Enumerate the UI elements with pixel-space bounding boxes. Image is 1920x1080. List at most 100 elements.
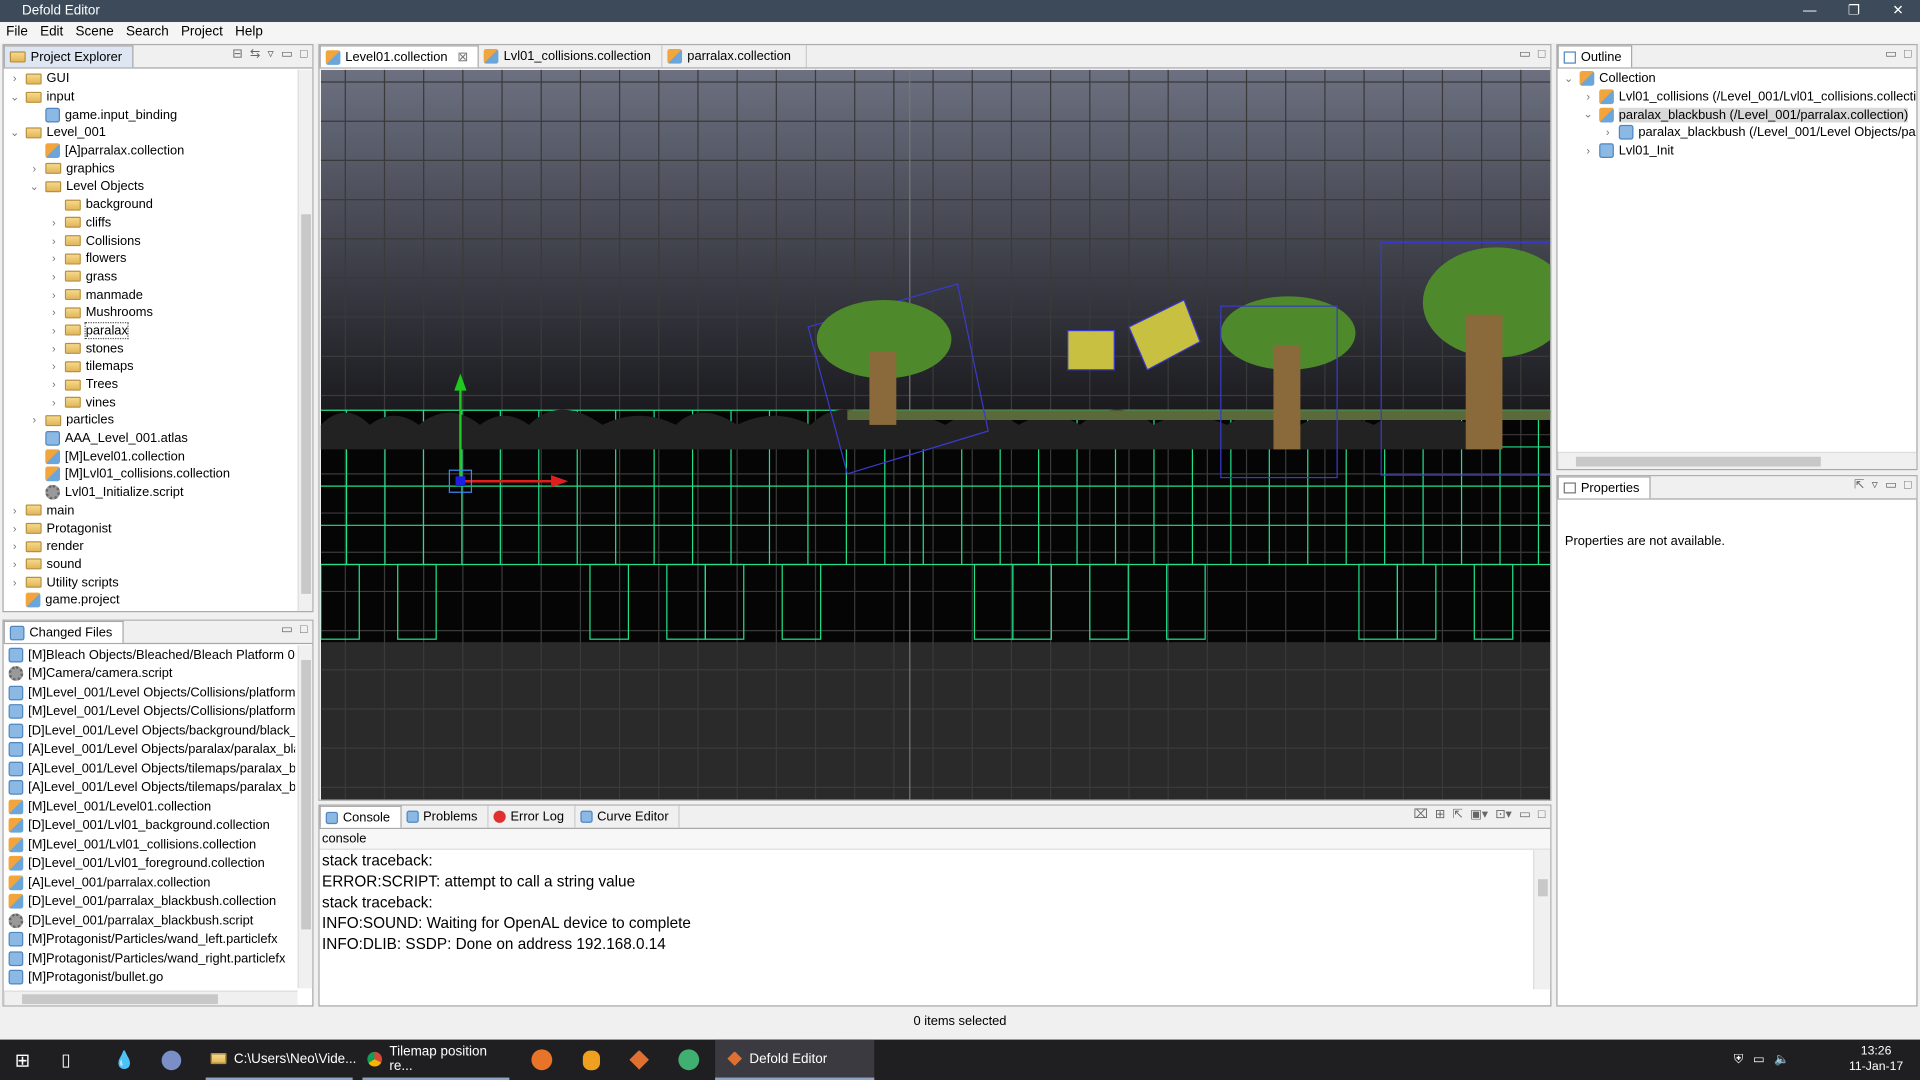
- expander-icon[interactable]: ⌄: [1582, 108, 1594, 121]
- maximize-icon[interactable]: □: [1904, 48, 1911, 61]
- expander-icon[interactable]: ›: [9, 540, 21, 552]
- tree-item[interactable]: [M]Level01.collection: [4, 447, 313, 465]
- maximize-icon[interactable]: □: [300, 48, 307, 61]
- menu-help[interactable]: Help: [229, 22, 269, 43]
- tree-item[interactable]: AAA_Level_001.atlas: [4, 429, 313, 447]
- changed-file-item[interactable]: [M]Level_001/Level01.collection: [8, 797, 296, 816]
- start-button[interactable]: ⊞: [15, 1040, 30, 1080]
- scene-viewport[interactable]: [320, 69, 1551, 800]
- expander-icon[interactable]: ⌄: [9, 90, 21, 103]
- clear-console-icon[interactable]: ⌧: [1413, 808, 1427, 821]
- tree-item[interactable]: › sound: [4, 555, 313, 573]
- expander-icon[interactable]: ›: [9, 73, 21, 85]
- tree-item[interactable]: › GUI: [4, 70, 313, 88]
- droplet-app-icon[interactable]: 💧: [114, 1040, 135, 1080]
- volume-icon[interactable]: 🔈: [1774, 1053, 1789, 1066]
- minimize-icon[interactable]: ▭: [1885, 48, 1897, 61]
- taskbar-chrome[interactable]: Tilemap position re...: [362, 1040, 510, 1080]
- console-output[interactable]: stack traceback: ERROR:SCRIPT: attempt to…: [320, 850, 1551, 957]
- scrollbar-thumb[interactable]: [301, 214, 312, 594]
- tab-error-log[interactable]: Error Log: [488, 805, 576, 828]
- tab-project-explorer[interactable]: Project Explorer: [3, 45, 134, 68]
- expander-icon[interactable]: ⌄: [28, 180, 40, 193]
- console-vscrollbar[interactable]: [1533, 849, 1551, 990]
- outline-item[interactable]: › Lvl01_Init: [1562, 142, 1916, 160]
- expander-icon[interactable]: ⌄: [1562, 72, 1574, 85]
- tab-level01-collection[interactable]: Level01.collection ⊠: [319, 45, 480, 68]
- expander-icon[interactable]: ›: [48, 217, 60, 229]
- menu-project[interactable]: Project: [175, 22, 229, 43]
- tree-item[interactable]: › grass: [4, 268, 313, 286]
- project-tree-scrollbar[interactable]: [297, 69, 313, 612]
- tree-item[interactable]: › Protagonist: [4, 519, 313, 537]
- changed-file-item[interactable]: [A]Level_001/Level Objects/paralax/paral…: [8, 740, 295, 759]
- expander-icon[interactable]: ›: [9, 504, 21, 516]
- tab-problems[interactable]: Problems: [401, 805, 489, 828]
- expander-icon[interactable]: ›: [9, 558, 21, 570]
- task-view-button[interactable]: ▯: [61, 1040, 70, 1080]
- expander-icon[interactable]: ›: [48, 324, 60, 336]
- scroll-lock-icon[interactable]: ⊞: [1435, 808, 1445, 821]
- atom-icon[interactable]: [678, 1040, 700, 1080]
- tree-item[interactable]: › Trees: [4, 376, 313, 394]
- outline-item[interactable]: ⌄ Collection: [1562, 70, 1916, 88]
- tree-item[interactable]: game.input_binding: [4, 106, 313, 124]
- system-tray[interactable]: ⛨ ▭ 🔈: [1734, 1040, 1790, 1080]
- minimize-button[interactable]: —: [1788, 0, 1832, 22]
- expander-icon[interactable]: ›: [9, 522, 21, 534]
- expander-icon[interactable]: ›: [48, 270, 60, 282]
- tab-outline[interactable]: Outline: [1557, 45, 1633, 68]
- menu-edit[interactable]: Edit: [34, 22, 69, 43]
- changed-file-item[interactable]: [M]Protagonist/Particles/wand_left.parti…: [8, 930, 296, 949]
- changed-file-item[interactable]: [M]Level_001/Level Objects/Collisions/pl…: [8, 683, 295, 702]
- menu-search[interactable]: Search: [120, 22, 175, 43]
- minimize-icon[interactable]: ▭: [1519, 48, 1531, 61]
- expander-icon[interactable]: ›: [48, 360, 60, 372]
- open-console-icon[interactable]: ⊡▾: [1495, 808, 1511, 821]
- scrollbar-thumb[interactable]: [301, 660, 312, 930]
- defold-launcher-icon[interactable]: [629, 1040, 649, 1080]
- tree-item[interactable]: Lvl01_Initialize.script: [4, 483, 313, 501]
- expander-icon[interactable]: ›: [28, 163, 40, 175]
- origin-handle[interactable]: [455, 476, 466, 487]
- outline-item[interactable]: ⌄ paralax_blackbush (/Level_001/parralax.…: [1562, 106, 1916, 124]
- minimize-icon[interactable]: ▭: [1885, 479, 1897, 492]
- menu-file[interactable]: File: [0, 22, 34, 43]
- minimize-icon[interactable]: ▭: [1519, 808, 1531, 821]
- expander-icon[interactable]: ›: [1602, 127, 1614, 139]
- tab-properties[interactable]: Properties: [1557, 476, 1651, 499]
- changed-file-item[interactable]: [M]Protagonist/Particles/wand_right.part…: [8, 949, 296, 968]
- changed-file-item[interactable]: [M]Protagonist/bullet.go: [8, 968, 296, 987]
- tab-console[interactable]: Console: [319, 805, 402, 828]
- changed-file-item[interactable]: [M]Level_001/Lvl01_collisions.collection: [8, 835, 296, 854]
- expander-icon[interactable]: ⌄: [9, 126, 21, 139]
- changed-file-item[interactable]: [M]Camera/camera.script: [8, 664, 296, 683]
- expander-icon[interactable]: ›: [48, 253, 60, 265]
- tree-item[interactable]: › Mushrooms: [4, 304, 313, 322]
- tree-item[interactable]: ⌄ Level Objects: [4, 178, 313, 196]
- changed-files-vscrollbar[interactable]: [297, 645, 313, 989]
- tree-item[interactable]: game.project: [4, 591, 313, 609]
- changed-file-item[interactable]: [D]Level_001/parralax_blackbush.collecti…: [8, 892, 296, 911]
- restore-button[interactable]: ❐: [1832, 0, 1876, 22]
- scrollbar-thumb[interactable]: [22, 994, 218, 1005]
- tree-item[interactable]: › vines: [4, 394, 313, 412]
- tree-item[interactable]: [M]Lvl01_collisions.collection: [4, 465, 313, 483]
- tree-item[interactable]: › manmade: [4, 286, 313, 304]
- tab-curve-editor[interactable]: Curve Editor: [575, 805, 680, 828]
- tree-item[interactable]: › graphics: [4, 160, 313, 178]
- firefox-icon[interactable]: [531, 1040, 553, 1080]
- changed-file-item[interactable]: [A]Level_001/parralax.collection: [8, 873, 296, 892]
- changed-file-item[interactable]: [M]Level_001/Level Objects/Collisions/pl…: [8, 702, 295, 721]
- expander-icon[interactable]: ›: [48, 288, 60, 300]
- menu-scene[interactable]: Scene: [69, 22, 119, 43]
- scrollbar-thumb[interactable]: [1575, 456, 1821, 467]
- pin-console-icon[interactable]: ⇱: [1453, 808, 1463, 821]
- link-icon[interactable]: ⇆: [250, 48, 260, 61]
- taskbar-explorer[interactable]: C:\Users\Neo\Vide...: [205, 1040, 356, 1080]
- display-console-icon[interactable]: ▣▾: [1470, 808, 1488, 821]
- tree-item[interactable]: › flowers: [4, 250, 313, 268]
- tree-item[interactable]: › render: [4, 537, 313, 555]
- collapse-all-icon[interactable]: ⊟: [232, 48, 242, 61]
- changed-file-item[interactable]: [D]Level_001/parralax_blackbush.script: [8, 911, 296, 930]
